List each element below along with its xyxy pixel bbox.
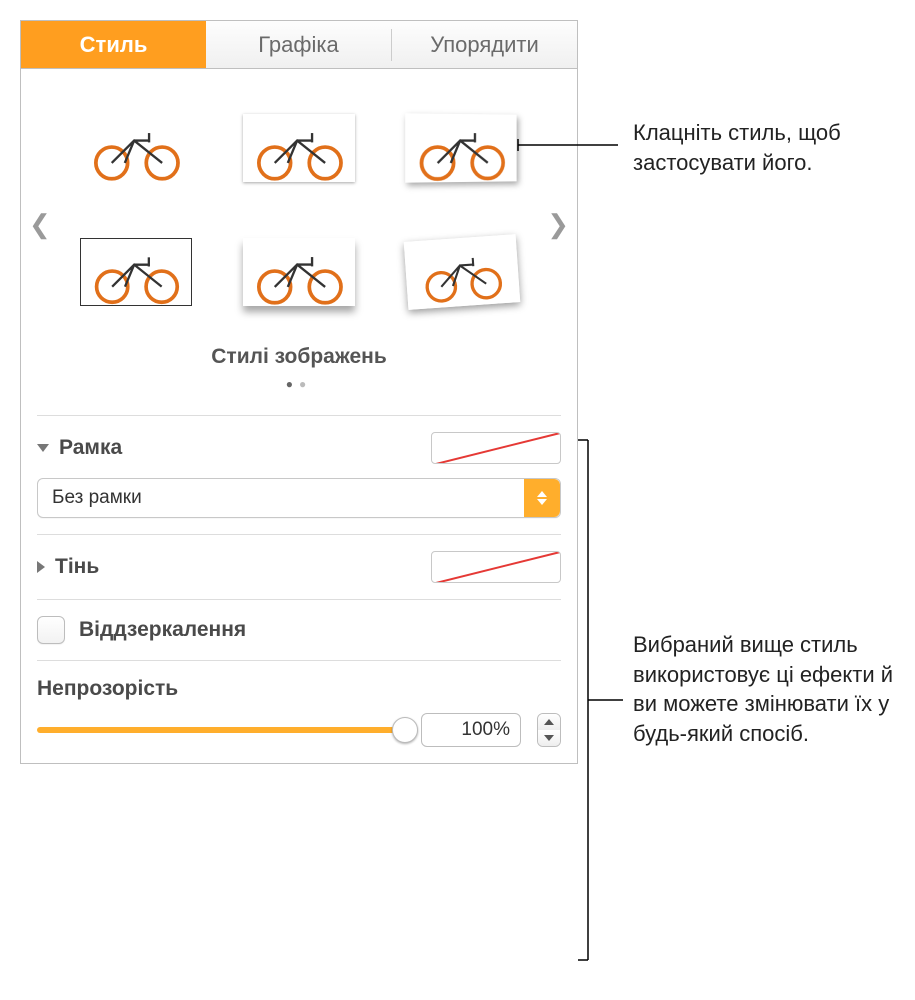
opacity-value-field[interactable]: 100% bbox=[421, 713, 521, 747]
style-thumb-5[interactable] bbox=[232, 217, 365, 327]
opacity-label: Непрозорість bbox=[37, 677, 561, 701]
opacity-slider[interactable] bbox=[37, 717, 405, 743]
style-thumb-6[interactable] bbox=[396, 217, 529, 327]
border-type-select[interactable]: Без рамки bbox=[37, 478, 561, 518]
style-thumbnail-grid bbox=[35, 93, 563, 327]
tab-image[interactable]: Графіка bbox=[206, 21, 391, 68]
style-thumb-4[interactable] bbox=[69, 217, 202, 327]
tab-style[interactable]: Стиль bbox=[21, 21, 206, 68]
style-thumb-3[interactable] bbox=[396, 93, 529, 203]
inspector-tab-bar: Стиль Графіка Упорядити bbox=[21, 21, 577, 69]
chevron-right-icon bbox=[37, 561, 45, 573]
style-thumb-1[interactable] bbox=[69, 93, 202, 203]
styles-next-icon[interactable]: ❯ bbox=[547, 209, 569, 240]
border-preview-swatch[interactable] bbox=[431, 432, 561, 464]
border-disclosure[interactable]: Рамка bbox=[37, 436, 122, 460]
opacity-stepper[interactable] bbox=[537, 713, 561, 747]
shadow-preview-swatch[interactable] bbox=[431, 551, 561, 583]
leader-bracket-icon bbox=[578, 440, 628, 970]
stepper-down-icon[interactable] bbox=[538, 730, 560, 746]
chevron-down-icon bbox=[37, 444, 49, 452]
image-styles-area: ❮ ❯ Стилі зображень ●● bbox=[21, 69, 577, 415]
section-border: Рамка Без рамки bbox=[21, 416, 577, 534]
shadow-label: Тінь bbox=[55, 555, 99, 579]
section-reflection: Віддзеркалення bbox=[21, 600, 577, 660]
callout-effects: Вибраний вище стиль використовує ці ефек… bbox=[633, 630, 895, 749]
reflection-checkbox[interactable] bbox=[37, 616, 65, 644]
style-page-dots[interactable]: ●● bbox=[35, 377, 563, 391]
section-opacity: Непрозорість 100% bbox=[21, 661, 577, 763]
section-shadow: Тінь bbox=[21, 535, 577, 599]
stepper-arrows-icon bbox=[524, 479, 560, 517]
tab-arrange[interactable]: Упорядити bbox=[392, 21, 577, 68]
styles-title: Стилі зображень bbox=[35, 345, 563, 369]
style-thumb-2[interactable] bbox=[232, 93, 365, 203]
slider-knob[interactable] bbox=[392, 717, 418, 743]
styles-prev-icon[interactable]: ❮ bbox=[29, 209, 51, 240]
stepper-up-icon[interactable] bbox=[538, 714, 560, 730]
callout-layer: Клацніть стиль, щоб застосувати його. Ви… bbox=[578, 20, 895, 980]
format-inspector-panel: Стиль Графіка Упорядити ❮ ❯ Стилі зображ… bbox=[20, 20, 578, 764]
border-select-value: Без рамки bbox=[38, 487, 524, 509]
border-label: Рамка bbox=[59, 436, 122, 460]
callout-apply-style: Клацніть стиль, щоб застосувати його. bbox=[633, 118, 895, 177]
reflection-label: Віддзеркалення bbox=[79, 618, 246, 642]
shadow-disclosure[interactable]: Тінь bbox=[37, 555, 99, 579]
